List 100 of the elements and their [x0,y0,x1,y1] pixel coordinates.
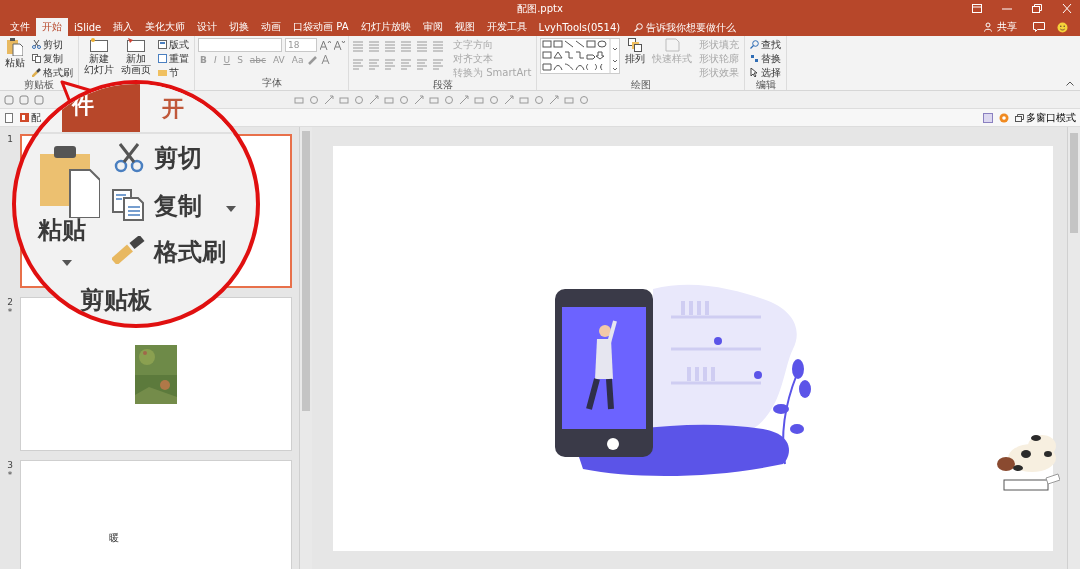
skin-icon[interactable] [983,112,993,123]
reset-button[interactable]: 重置 [156,52,191,65]
ribbon-tab[interactable]: 审阅 [416,18,449,36]
highlighter-icon[interactable] [308,55,319,65]
toolbar-icon[interactable] [324,94,334,105]
comment-icon[interactable] [1033,22,1045,32]
toolbar-icon[interactable] [474,94,484,105]
group-label: 编辑 [754,79,777,91]
scrollbar-thumb[interactable] [302,131,310,411]
toolbar-icon[interactable] [489,94,499,105]
new-document-icon[interactable] [4,112,14,123]
layout-icon [158,40,167,49]
scrollbar-thumb[interactable] [1070,133,1078,233]
person-icon [984,22,994,32]
layout-button[interactable]: 版式 [156,38,191,51]
toolbar-icon[interactable] [309,94,319,105]
section-icon [158,68,167,77]
toolbar-icon[interactable] [369,94,379,105]
tell-me-field[interactable]: 告诉我你想要做什么 [634,18,757,36]
share-button[interactable]: 共享 [978,18,1023,36]
format-button[interactable]: abc [247,55,269,65]
ribbon-tab[interactable]: 文件 [4,18,36,36]
restore-icon[interactable] [1032,4,1042,13]
shape-gallery[interactable] [540,38,621,74]
new-slide-button[interactable]: 新建 幻灯片 [82,38,116,75]
toolbar-icon[interactable] [564,94,574,105]
paste-button[interactable]: 粘贴 [3,38,27,68]
settings-icon[interactable] [999,112,1009,123]
toolbar-icon[interactable] [444,94,454,105]
toolbar-icon[interactable] [399,94,409,105]
brush-icon [32,68,41,77]
cut-button[interactable]: 剪切 [30,38,75,51]
replace-icon [750,54,760,63]
ribbon-tab[interactable]: LvyhTools(0514) [532,18,627,36]
copy-icon [32,54,41,63]
scissors-icon [32,40,41,49]
zoomed-copy-label: 复制 [154,191,202,222]
toolbar-icon[interactable] [34,94,44,105]
reset-icon [158,54,167,63]
close-icon[interactable] [1062,4,1072,13]
collapse-ribbon-icon[interactable] [1066,81,1074,86]
slide-thumbnail[interactable]: 暖 [20,460,292,569]
replace-button[interactable]: 替换 [748,52,784,65]
format-button[interactable]: I [211,55,219,65]
shrink-font-icon[interactable] [334,40,345,50]
toolbar-icon[interactable] [429,94,439,105]
group-label: 段落 [431,79,454,91]
zoomed-group-label: 剪贴板 [80,285,152,316]
zoomed-cut-label: 剪切 [154,143,202,174]
paste-icon [40,146,100,218]
toolbar-icon[interactable] [384,94,394,105]
font-name-field[interactable] [198,38,282,52]
group-label: 字体 [260,77,283,90]
font-size-field[interactable]: 18 [285,38,317,52]
zoomed-format-painter-label: 格式刷 [154,237,226,268]
ribbon-tab[interactable]: 设计 [191,18,224,36]
ribbon-display-icon[interactable] [972,4,982,13]
ribbon-tab[interactable]: 开发工具 [480,18,533,36]
grow-font-icon[interactable] [320,40,331,50]
ribbon-tab[interactable]: 插入 [107,18,140,36]
font-color-icon[interactable] [321,55,331,65]
new-animation-page-button[interactable]: 新加 动画页 [119,38,153,75]
toolbar-icon[interactable] [519,94,529,105]
search-icon [750,40,760,49]
ribbon-tab[interactable]: iSlide [68,18,108,36]
ribbon-tab[interactable]: 切换 [223,18,256,36]
brush-icon [112,236,146,264]
toolbar-icon[interactable] [459,94,469,105]
multi-window-button[interactable]: 多窗口模式 [1015,110,1076,125]
format-button[interactable]: S [235,55,245,65]
format-button[interactable]: Aa [289,55,306,65]
toolbar-icon[interactable] [579,94,589,105]
scissors-icon [114,143,144,173]
toolbar-icon[interactable] [294,94,304,105]
format-painter-button[interactable]: 格式刷 [30,66,75,79]
format-button[interactable]: AV [271,55,287,65]
toolbar-icon[interactable] [354,94,364,105]
toolbar-icon[interactable] [339,94,349,105]
section-button[interactable]: 节 [156,66,191,79]
toolbar-icon[interactable] [534,94,544,105]
find-button[interactable]: 查找 [748,38,784,51]
ribbon-tab[interactable]: 口袋动画 PA [287,18,355,36]
ribbon-tab[interactable]: 视图 [448,18,481,36]
toolbar-icon[interactable] [414,94,424,105]
toolbar-icon[interactable] [504,94,514,105]
ribbon-tab[interactable]: 美化大师 [139,18,192,36]
slide-number: 1 [7,134,13,144]
copy-button[interactable]: 复制 [30,52,75,65]
ribbon-tab[interactable]: 幻灯片放映 [354,18,417,36]
zoomed-paste-label: 粘贴 [38,215,86,246]
format-button[interactable]: U [221,55,233,65]
select-button[interactable]: 选择 [748,66,784,79]
ribbon-tab[interactable]: 动画 [255,18,288,36]
toolbar-icon[interactable] [549,94,559,105]
ribbon-tab[interactable]: 开始 [36,18,68,36]
toolbar-icon[interactable] [19,94,29,105]
document-tab[interactable]: 配 [20,110,41,125]
toolbar-icon[interactable] [4,94,14,105]
windows-icon [1015,113,1024,122]
smiley-icon[interactable] [1057,21,1068,33]
